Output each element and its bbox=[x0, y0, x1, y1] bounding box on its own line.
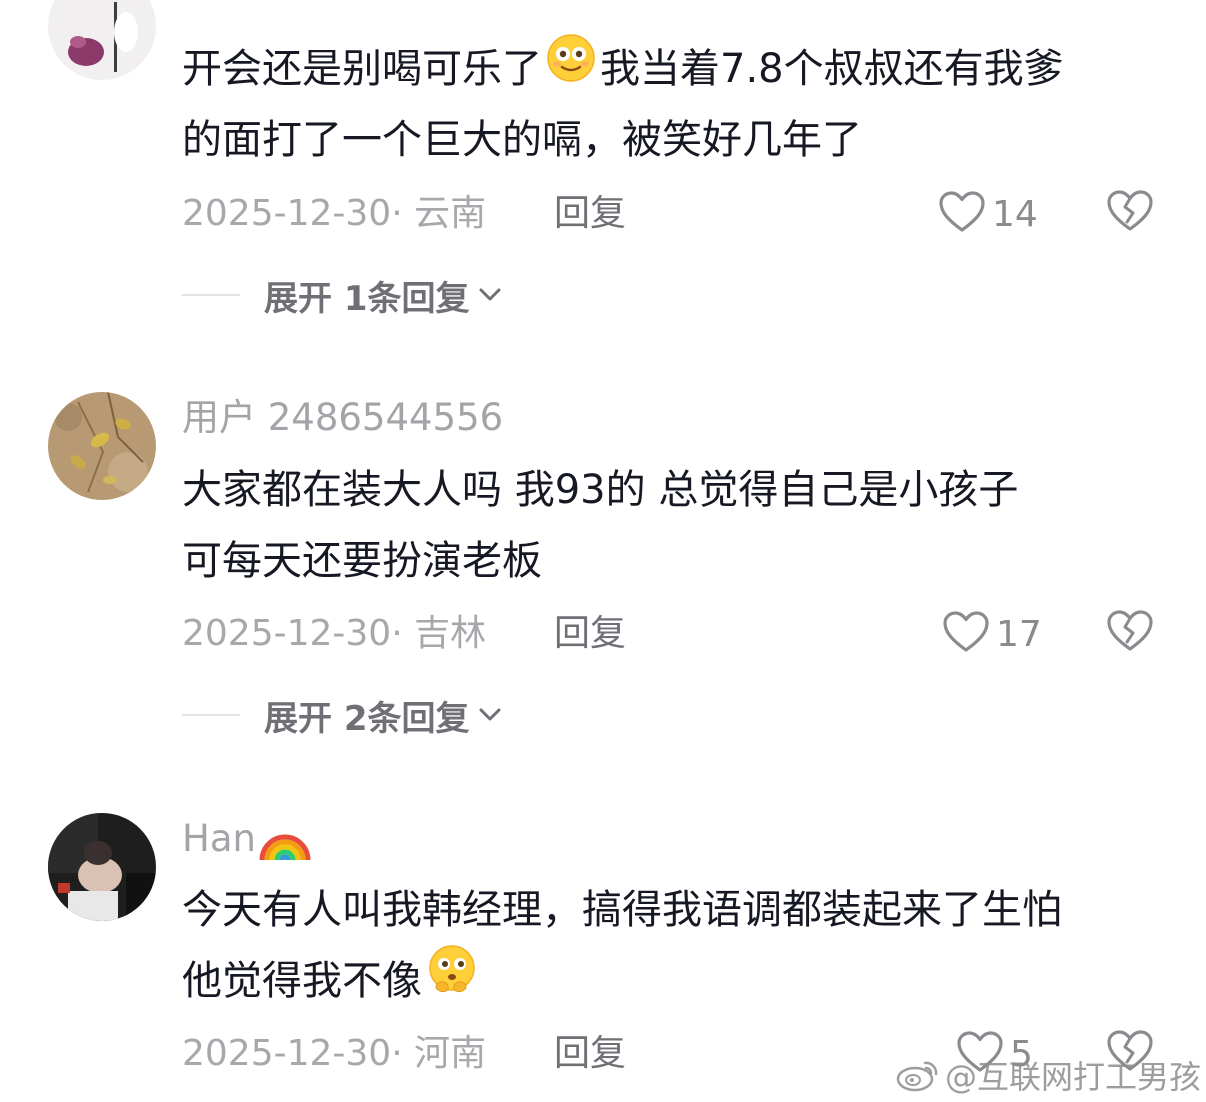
comment-body: 开会还是别喝可乐了 我当着7.8个叔叔还有我爹 的面打了一个巨大的嗝，被笑好几年… bbox=[182, 34, 1172, 176]
chevron-down-icon bbox=[478, 707, 502, 723]
reply-button[interactable]: 回复 bbox=[554, 192, 626, 236]
chevron-down-icon bbox=[478, 287, 502, 303]
comment-body: 大家都在装大人吗 我93的 总觉得自己是小孩子 可每天还要扮演老板 bbox=[182, 455, 1172, 597]
username[interactable]: Han bbox=[182, 816, 312, 862]
smiling-face-emoji-icon bbox=[546, 33, 596, 106]
broken-heart-icon bbox=[1106, 190, 1154, 237]
like-button[interactable]: 17 bbox=[942, 609, 1042, 659]
avatar[interactable] bbox=[48, 813, 156, 921]
reply-button[interactable]: 回复 bbox=[554, 1032, 626, 1076]
comment-text: 他觉得我不像 bbox=[182, 958, 422, 1004]
comment-meta: 2025-12-30· 云南 bbox=[182, 193, 487, 234]
comment-body: 今天有人叫我韩经理，搞得我语调都装起来了生怕 他觉得我不像 bbox=[182, 875, 1172, 1017]
expand-replies-label: 展开 2条回复 bbox=[264, 698, 470, 739]
like-count: 17 bbox=[996, 613, 1042, 655]
watermark-text: @互联网打工男孩 bbox=[945, 1058, 1202, 1096]
dislike-button[interactable] bbox=[1106, 189, 1154, 239]
comment-meta: 2025-12-30· 河南 bbox=[182, 1033, 487, 1074]
comment-text: 可每天还要扮演老板 bbox=[182, 538, 542, 584]
expand-replies-button[interactable]: 展开 2条回复 bbox=[182, 693, 502, 739]
avatar[interactable] bbox=[48, 392, 156, 500]
reply-button[interactable]: 回复 bbox=[554, 612, 626, 656]
watermark: @互联网打工男孩 bbox=[895, 1052, 1201, 1098]
comment-text: 今天有人叫我韩经理，搞得我语调都装起来了生怕 bbox=[182, 887, 1062, 933]
dislike-button[interactable] bbox=[1106, 609, 1154, 659]
heart-icon bbox=[942, 610, 990, 658]
comment-text: 开会还是别喝可乐了 bbox=[182, 46, 542, 92]
username-text: 用户 2486544556 bbox=[182, 396, 504, 439]
username[interactable]: 用户 2486544556 bbox=[182, 396, 503, 440]
divider bbox=[182, 294, 240, 296]
thinking-face-emoji-icon bbox=[426, 944, 478, 1019]
username-text: Han bbox=[182, 817, 256, 860]
comment-meta: 2025-12-30· 吉林 bbox=[182, 613, 487, 654]
rainbow-emoji-icon bbox=[258, 816, 312, 862]
broken-heart-icon bbox=[1106, 610, 1154, 657]
comment-text: 大家都在装大人吗 我93的 总觉得自己是小孩子 bbox=[182, 467, 1019, 513]
heart-icon bbox=[938, 190, 986, 238]
comment-text: 我当着7.8个叔叔还有我爹 bbox=[600, 46, 1064, 92]
like-count: 14 bbox=[992, 193, 1038, 235]
expand-replies-label: 展开 1条回复 bbox=[264, 278, 470, 319]
avatar[interactable] bbox=[48, 0, 156, 80]
like-button[interactable]: 14 bbox=[938, 189, 1038, 239]
weibo-logo-icon bbox=[895, 1057, 941, 1093]
comment-text: 的面打了一个巨大的嗝，被笑好几年了 bbox=[182, 117, 862, 163]
divider bbox=[182, 714, 240, 716]
expand-replies-button[interactable]: 展开 1条回复 bbox=[182, 273, 502, 319]
